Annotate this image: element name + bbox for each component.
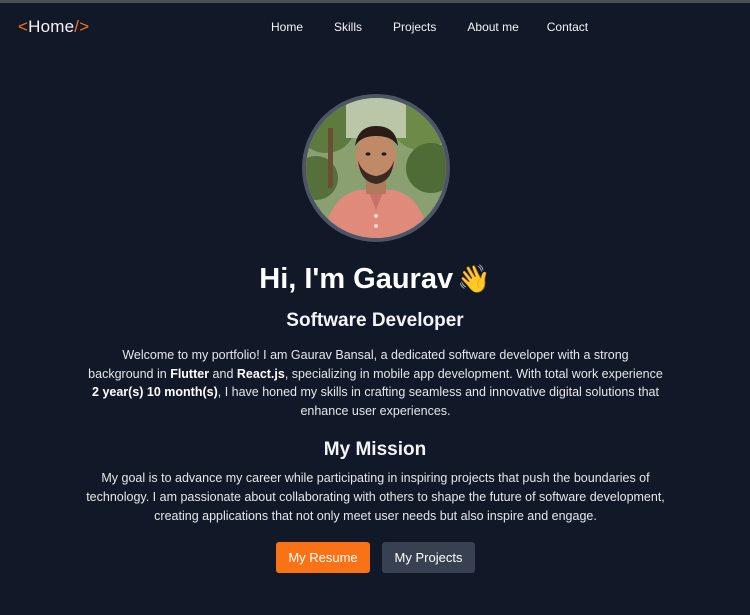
projects-button[interactable]: My Projects xyxy=(382,542,475,573)
nav-link-projects[interactable]: Projects xyxy=(393,20,436,34)
role-subtitle: Software Developer xyxy=(286,310,464,331)
intro-text-2: and xyxy=(209,366,237,381)
nav-link-contact[interactable]: Contact xyxy=(547,20,588,34)
logo-close-bracket: /> xyxy=(74,17,90,36)
nav-link-about[interactable]: About me xyxy=(467,20,518,34)
intro-skill-flutter: Flutter xyxy=(170,366,210,381)
intro-paragraph: Welcome to my portfolio! I am Gaurav Ban… xyxy=(88,346,663,420)
nav-link-home[interactable]: Home xyxy=(271,20,303,34)
hero-greeting-heading: Hi, I'm Gaurav 👋 xyxy=(0,263,750,296)
intro-text-4: , I have honed my skills in crafting sea… xyxy=(217,385,659,418)
profile-avatar xyxy=(302,94,450,242)
resume-button[interactable]: My Resume xyxy=(276,542,370,573)
nav-link-skills[interactable]: Skills xyxy=(334,20,362,34)
mission-paragraph: My goal is to advance my career while pa… xyxy=(86,471,665,523)
intro-text-3: , specializing in mobile app development… xyxy=(284,366,663,381)
home-logo-link[interactable]: <Home/> xyxy=(18,17,89,37)
profile-photo-icon xyxy=(306,98,446,238)
mission-heading: My Mission xyxy=(323,439,427,460)
intro-skill-react: React.js xyxy=(236,366,285,381)
logo-text: Home xyxy=(28,17,75,36)
waving-hand-icon: 👋 xyxy=(457,264,491,294)
logo-open-bracket: < xyxy=(18,17,29,36)
top-navbar: <Home/> Home Skills Projects About me Co… xyxy=(0,3,750,51)
greeting-text: Hi, I'm Gaurav xyxy=(259,263,454,295)
nav-links: Home Skills Projects About me Contact xyxy=(271,20,588,34)
intro-experience: 2 year(s) 10 month(s) xyxy=(92,385,218,399)
